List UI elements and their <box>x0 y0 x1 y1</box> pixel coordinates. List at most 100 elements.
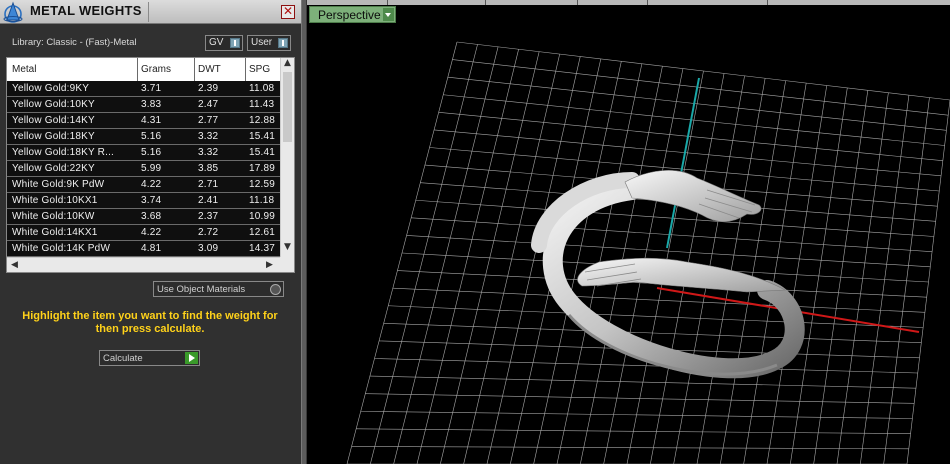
table-header: Metal Grams DWT SPG <box>7 58 280 80</box>
dwt-cell: 3.32 <box>198 131 219 142</box>
panel-titlebar: METAL WEIGHTS ✕ <box>0 0 301 24</box>
dwt-cell: 2.72 <box>198 227 219 238</box>
grams-cell: 5.99 <box>141 163 162 174</box>
scroll-down-icon[interactable]: ▼ <box>284 242 291 252</box>
ring-model[interactable] <box>531 170 805 379</box>
metal-cell: White Gold:14KX1 <box>12 227 98 238</box>
table-row[interactable]: White Gold:14KX1 4.22 2.72 12.61 <box>7 225 280 241</box>
calculate-label: Calculate <box>103 353 143 364</box>
grams-cell: 4.22 <box>141 227 162 238</box>
calculate-button[interactable]: Calculate <box>99 350 200 366</box>
grid-line <box>860 95 910 464</box>
panel-title: METAL WEIGHTS <box>30 3 142 18</box>
gv-select[interactable]: GV <box>205 35 243 51</box>
table-row[interactable]: Yellow Gold:10KY 3.83 2.47 11.43 <box>7 97 280 113</box>
column-header-metal[interactable]: Metal <box>12 64 36 75</box>
app-logo-icon <box>3 1 23 23</box>
metal-table: Metal Grams DWT SPG Yellow Gold:9KY 3.71 2… <box>6 57 295 273</box>
table-row[interactable]: Yellow Gold:18KY R... 5.16 3.32 15.41 <box>7 145 280 161</box>
spg-cell: 15.41 <box>249 131 276 142</box>
grid-line <box>883 97 930 464</box>
grid-line <box>365 393 915 404</box>
spg-cell: 11.43 <box>249 99 275 110</box>
table-row[interactable]: Yellow Gold:14KY 4.31 2.77 12.88 <box>7 113 280 129</box>
dwt-cell: 2.37 <box>198 211 219 222</box>
grid-line <box>906 99 950 464</box>
dwt-cell: 2.77 <box>198 115 219 126</box>
grams-cell: 4.81 <box>141 243 162 254</box>
table-body: Yellow Gold:9KY 3.71 2.39 11.08 Yellow Gold… <box>7 81 280 257</box>
instruction-text: Highlight the item you want to find the … <box>22 310 278 335</box>
user-select-value: User <box>251 37 273 48</box>
dwt-cell: 2.39 <box>198 83 219 94</box>
metal-cell: Yellow Gold:9KY <box>12 83 90 94</box>
metal-cell: White Gold:10KX1 <box>12 195 98 206</box>
dwt-cell: 2.47 <box>198 99 219 110</box>
y-axis-line <box>666 77 700 249</box>
dwt-cell: 3.85 <box>198 163 219 174</box>
user-select[interactable]: User <box>247 35 291 51</box>
grams-cell: 3.74 <box>141 195 162 206</box>
metal-cell: Yellow Gold:18KY R... <box>12 147 115 158</box>
dwt-cell: 2.41 <box>198 195 219 206</box>
metal-cell: Yellow Gold:14KY <box>12 115 95 126</box>
column-header-grams[interactable]: Grams <box>141 64 171 75</box>
spg-cell: 14.37 <box>249 243 276 254</box>
scrollbar-corner <box>280 257 294 272</box>
view-label: Perspective <box>318 8 381 22</box>
column-header-spg[interactable]: SPG <box>249 64 270 75</box>
grams-cell: 3.83 <box>141 99 162 110</box>
grid-line <box>388 305 924 328</box>
gv-select-value: GV <box>209 37 224 48</box>
use-object-materials-toggle[interactable]: Use Object Materials <box>153 281 284 297</box>
metal-cell: Yellow Gold:10KY <box>12 99 95 110</box>
table-row[interactable]: White Gold:10KW 3.68 2.37 10.99 <box>7 209 280 225</box>
3d-viewport[interactable]: Perspective <box>307 0 950 464</box>
metal-cell: White Gold:10KW <box>12 211 95 222</box>
use-object-materials-label: Use Object Materials <box>157 284 246 295</box>
horizontal-scrollbar[interactable]: ◀ ▶ <box>7 257 280 272</box>
dwt-cell: 3.32 <box>198 147 219 158</box>
chevron-down-icon <box>383 8 394 21</box>
spg-cell: 11.08 <box>249 83 275 94</box>
perspective-view-selector[interactable]: Perspective <box>309 6 396 23</box>
metal-cell: Yellow Gold:22KY <box>12 163 95 174</box>
grid-line <box>360 410 913 419</box>
gv-dropdown-icon <box>230 38 240 48</box>
spg-cell: 11.18 <box>249 195 275 206</box>
table-row[interactable]: White Gold:10KX1 3.74 2.41 11.18 <box>7 193 280 209</box>
scene-canvas <box>346 41 950 464</box>
table-row[interactable]: White Gold:9K PdW 4.22 2.71 12.59 <box>7 177 280 193</box>
grid-line <box>356 428 911 434</box>
metal-weights-panel: METAL WEIGHTS ✕ Library: Classic - (Fast… <box>0 0 301 464</box>
dwt-cell: 2.71 <box>198 179 219 190</box>
play-arrow-icon <box>185 352 198 364</box>
grid-line <box>383 323 922 343</box>
grid-line <box>766 85 828 464</box>
spg-cell: 12.61 <box>249 227 276 238</box>
user-dropdown-icon <box>278 38 288 48</box>
grams-cell: 3.71 <box>141 83 162 94</box>
spg-cell: 10.99 <box>249 211 276 222</box>
table-row[interactable]: Yellow Gold:22KY 5.99 3.85 17.89 <box>7 161 280 177</box>
grams-cell: 4.31 <box>141 115 162 126</box>
scroll-left-icon[interactable]: ◀ <box>11 260 18 270</box>
table-row[interactable]: White Gold:14K PdW 4.81 3.09 14.37 <box>7 241 280 257</box>
vertical-scroll-thumb[interactable] <box>283 72 292 142</box>
grams-cell: 4.22 <box>141 179 162 190</box>
titlebar-divider <box>148 2 149 22</box>
metal-cell: White Gold:9K PdW <box>12 179 105 190</box>
close-button[interactable]: ✕ <box>281 5 295 19</box>
metal-cell: White Gold:14K PdW <box>12 243 111 254</box>
scroll-up-icon[interactable]: ▲ <box>284 58 291 68</box>
table-row[interactable]: Yellow Gold:9KY 3.71 2.39 11.08 <box>7 81 280 97</box>
grid-line <box>836 92 889 464</box>
table-row[interactable]: Yellow Gold:18KY 5.16 3.32 15.41 <box>7 129 280 145</box>
library-label: Library: Classic - (Fast)-Metal <box>12 37 137 48</box>
vertical-scrollbar[interactable]: ▲ ▼ <box>280 58 294 257</box>
grid-line <box>392 287 925 313</box>
ground-grid <box>346 41 950 464</box>
spg-cell: 17.89 <box>249 163 276 174</box>
column-header-dwt[interactable]: DWT <box>198 64 221 75</box>
scroll-right-icon[interactable]: ▶ <box>266 260 273 270</box>
